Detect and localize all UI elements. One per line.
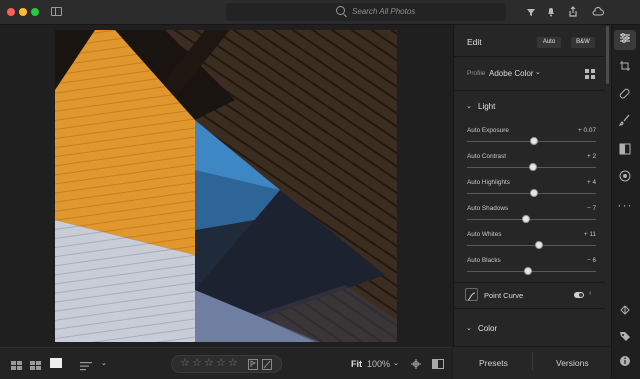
color-section-chevron-icon[interactable]: ⌄ <box>466 324 472 332</box>
slider-value[interactable]: + 0.07 <box>556 127 596 134</box>
rating-star-3[interactable]: ☆ <box>204 356 214 369</box>
slider-label: Auto Highlights <box>467 179 510 186</box>
bell-icon[interactable] <box>544 5 558 19</box>
sort-icon[interactable] <box>80 358 94 376</box>
point-curve-toggle[interactable] <box>574 292 584 298</box>
flag-reject-icon[interactable] <box>262 357 272 375</box>
cloud-icon[interactable] <box>591 5 605 19</box>
slider-label: Auto Contrast <box>467 153 507 160</box>
square-grid-icon[interactable] <box>30 358 42 376</box>
rating-star-2[interactable]: ☆ <box>192 356 202 369</box>
divider <box>453 56 605 57</box>
healing-icon[interactable] <box>617 88 633 104</box>
divider <box>453 90 605 91</box>
point-curve-icon[interactable] <box>465 288 478 301</box>
compare-icon[interactable] <box>410 357 422 375</box>
info-circle-icon[interactable] <box>617 355 633 371</box>
point-curve-expand-icon[interactable]: ‹ <box>589 290 591 297</box>
slider-value[interactable]: + 11 <box>556 231 596 238</box>
divider <box>453 308 605 309</box>
slider-track[interactable] <box>467 219 596 220</box>
zoom-window-button[interactable] <box>31 8 39 16</box>
color-section-title[interactable]: Color <box>478 324 497 333</box>
profile-browser-icon[interactable] <box>585 67 596 85</box>
slider-track[interactable] <box>467 245 596 246</box>
slider-label: Auto Shadows <box>467 205 509 212</box>
brush-icon[interactable] <box>617 114 633 130</box>
panel-scrollbar[interactable] <box>606 26 609 84</box>
point-curve-label[interactable]: Point Curve <box>484 291 523 300</box>
zoom-level-button[interactable]: 100% <box>367 359 390 369</box>
info-icon[interactable] <box>617 304 633 320</box>
slider-value[interactable]: + 2 <box>556 153 596 160</box>
search-input[interactable]: Search All Photos <box>352 7 415 16</box>
sort-chevron-down-icon[interactable]: ⌄ <box>101 359 107 367</box>
footer-divider <box>532 352 533 370</box>
photo-preview[interactable] <box>55 30 397 342</box>
bw-button[interactable]: B&W <box>571 37 595 48</box>
slider-value[interactable]: − 7 <box>556 205 596 212</box>
light-section-title[interactable]: Light <box>478 102 495 111</box>
profile-label: Profile <box>467 70 486 77</box>
rating-star-1[interactable]: ☆ <box>180 356 190 369</box>
slider-thumb[interactable] <box>528 163 537 171</box>
slider-thumb[interactable] <box>523 267 532 275</box>
profile-dropdown[interactable]: Adobe Color <box>489 69 533 78</box>
radial-gradient-icon[interactable] <box>617 170 633 186</box>
sliders-icon[interactable] <box>617 32 633 48</box>
rating-star-4[interactable]: ☆ <box>216 356 226 369</box>
more-options-icon[interactable]: ··· <box>617 197 633 213</box>
presets-button[interactable]: Presets <box>479 358 508 368</box>
fit-button[interactable]: Fit <box>351 359 362 369</box>
divider <box>453 282 605 283</box>
rating-star-5[interactable]: ☆ <box>228 356 238 369</box>
grid-view-icon[interactable] <box>11 358 23 376</box>
slider-label: Auto Exposure <box>467 127 509 134</box>
auto-button[interactable]: Auto <box>537 37 561 48</box>
close-window-button[interactable] <box>7 8 15 16</box>
zoom-chevron-down-icon[interactable]: ⌄ <box>393 359 399 367</box>
search-icon <box>336 6 345 15</box>
detail-view-icon[interactable] <box>50 358 62 368</box>
slider-value[interactable]: − 6 <box>556 257 596 264</box>
before-after-icon[interactable] <box>432 357 444 375</box>
slider-value[interactable]: + 4 <box>556 179 596 186</box>
slider-label: Auto Blacks <box>467 257 501 264</box>
linear-gradient-icon[interactable] <box>617 143 633 159</box>
keyword-tag-icon[interactable] <box>617 330 633 346</box>
filter-icon[interactable] <box>524 5 538 19</box>
slider-label: Auto Whites <box>467 231 502 238</box>
share-icon[interactable] <box>566 5 580 19</box>
sidebar-toggle-icon[interactable] <box>51 7 62 16</box>
minimize-window-button[interactable] <box>19 8 27 16</box>
light-section-chevron-icon[interactable]: ⌄ <box>466 102 472 110</box>
edit-panel-title: Edit <box>467 37 482 47</box>
profile-chevron-down-icon[interactable]: ⌄ <box>535 68 541 76</box>
versions-button[interactable]: Versions <box>556 358 589 368</box>
crop-icon[interactable] <box>617 60 633 76</box>
flag-pick-icon[interactable] <box>248 357 258 375</box>
